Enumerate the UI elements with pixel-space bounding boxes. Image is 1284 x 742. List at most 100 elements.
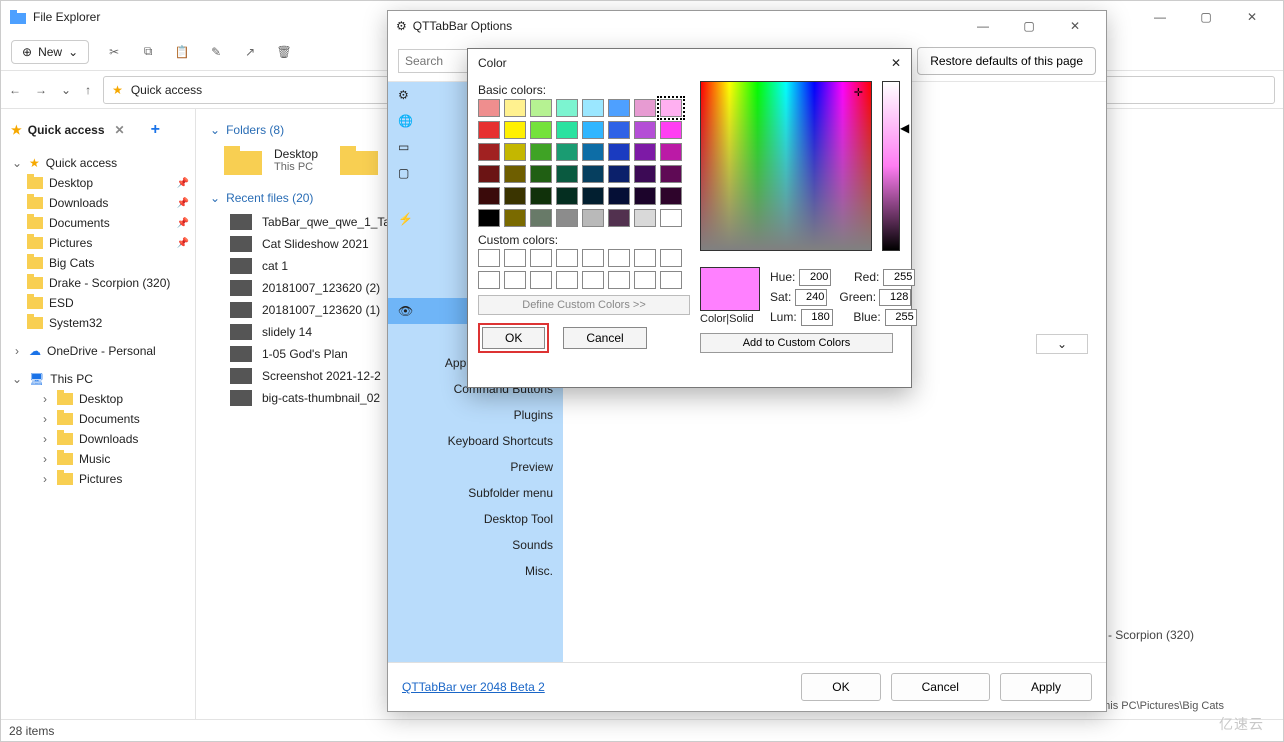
color-swatch[interactable] bbox=[608, 187, 630, 205]
nav-item-subfolder[interactable]: Subfolder menu bbox=[388, 480, 563, 506]
color-swatch[interactable] bbox=[504, 209, 526, 227]
paste-icon[interactable]: 📋 bbox=[173, 43, 191, 61]
custom-swatch[interactable] bbox=[608, 271, 630, 289]
sidebar-item-documents[interactable]: Documents📌 bbox=[1, 213, 195, 233]
share-icon[interactable]: ↗ bbox=[241, 43, 259, 61]
color-spectrum[interactable]: ✛ bbox=[700, 81, 872, 251]
rename-icon[interactable]: ✎ bbox=[207, 43, 225, 61]
color-swatch[interactable] bbox=[556, 99, 578, 117]
sidebar-item-downloads[interactable]: Downloads📌 bbox=[1, 193, 195, 213]
folder-item[interactable]: DesktopThis PC bbox=[222, 143, 318, 177]
luminance-bar[interactable] bbox=[882, 81, 900, 251]
color-swatch[interactable] bbox=[556, 165, 578, 183]
minimize-button[interactable]: — bbox=[1137, 3, 1183, 31]
nav-item-shortcuts[interactable]: Keyboard Shortcuts bbox=[388, 428, 563, 454]
color-swatch[interactable] bbox=[582, 143, 604, 161]
pc-item-downloads[interactable]: ›Downloads bbox=[1, 429, 195, 449]
custom-swatch[interactable] bbox=[634, 249, 656, 267]
color-swatch[interactable] bbox=[530, 143, 552, 161]
custom-swatch[interactable] bbox=[530, 271, 552, 289]
color-swatch[interactable] bbox=[530, 209, 552, 227]
copy-icon[interactable]: ⧉ bbox=[139, 43, 157, 61]
green-input[interactable] bbox=[879, 289, 911, 306]
color-swatch[interactable] bbox=[530, 187, 552, 205]
nav-item-misc[interactable]: Misc. bbox=[388, 558, 563, 584]
color-swatch[interactable] bbox=[582, 121, 604, 139]
options-maximize[interactable]: ▢ bbox=[1006, 12, 1052, 40]
stretch-select[interactable]: ⌄ bbox=[1036, 334, 1088, 354]
color-swatch[interactable] bbox=[634, 209, 656, 227]
color-swatch[interactable] bbox=[660, 165, 682, 183]
custom-swatch[interactable] bbox=[504, 271, 526, 289]
color-swatch[interactable] bbox=[556, 121, 578, 139]
color-swatch[interactable] bbox=[608, 99, 630, 117]
sidebar-item-desktop[interactable]: Desktop📌 bbox=[1, 173, 195, 193]
sidebar-item-system32[interactable]: System32 bbox=[1, 313, 195, 333]
close-button[interactable]: ✕ bbox=[1229, 3, 1275, 31]
this-pc-tree[interactable]: ⌄ 🖥 This PC bbox=[1, 369, 195, 389]
color-swatch[interactable] bbox=[556, 187, 578, 205]
color-swatch[interactable] bbox=[608, 209, 630, 227]
sidebar-item-pictures[interactable]: Pictures📌 bbox=[1, 233, 195, 253]
custom-swatch[interactable] bbox=[582, 271, 604, 289]
color-swatch[interactable] bbox=[634, 143, 656, 161]
color-close-icon[interactable]: ✕ bbox=[891, 56, 901, 70]
color-swatch[interactable] bbox=[478, 209, 500, 227]
color-swatch[interactable] bbox=[478, 143, 500, 161]
custom-swatch[interactable] bbox=[608, 249, 630, 267]
version-link[interactable]: QTTabBar ver 2048 Beta 2 bbox=[402, 680, 545, 694]
color-swatch[interactable] bbox=[608, 165, 630, 183]
color-swatch[interactable] bbox=[504, 121, 526, 139]
sidebar-item-drake-scorpion-320-[interactable]: Drake - Scorpion (320) bbox=[1, 273, 195, 293]
hue-input[interactable] bbox=[799, 269, 831, 286]
nav-item-sounds[interactable]: Sounds bbox=[388, 532, 563, 558]
pc-item-desktop[interactable]: ›Desktop bbox=[1, 389, 195, 409]
onedrive-tree[interactable]: › ☁ OneDrive - Personal bbox=[1, 341, 195, 361]
options-ok-button[interactable]: OK bbox=[801, 673, 880, 701]
options-apply-button[interactable]: Apply bbox=[1000, 673, 1092, 701]
color-swatch[interactable] bbox=[660, 99, 682, 117]
cut-icon[interactable]: ✂ bbox=[105, 43, 123, 61]
custom-swatch[interactable] bbox=[530, 249, 552, 267]
blue-input[interactable] bbox=[885, 309, 917, 326]
color-swatch[interactable] bbox=[504, 165, 526, 183]
restore-defaults-button[interactable]: Restore defaults of this page bbox=[917, 47, 1096, 75]
new-button[interactable]: ⊕ New ⌄ bbox=[11, 40, 89, 64]
nav-item-desktop-tool[interactable]: Desktop Tool bbox=[388, 506, 563, 532]
sidebar-item-big-cats[interactable]: Big Cats bbox=[1, 253, 195, 273]
color-swatch[interactable] bbox=[556, 209, 578, 227]
color-swatch[interactable] bbox=[530, 121, 552, 139]
quick-access-tree[interactable]: ⌄ ★ Quick access bbox=[1, 153, 195, 173]
color-swatch[interactable] bbox=[556, 143, 578, 161]
quick-access-tab[interactable]: ★ Quick access ✕ + bbox=[1, 115, 195, 145]
color-swatch[interactable] bbox=[478, 99, 500, 117]
color-swatch[interactable] bbox=[660, 121, 682, 139]
red-input[interactable] bbox=[883, 269, 915, 286]
lum-input[interactable] bbox=[801, 309, 833, 326]
color-swatch[interactable] bbox=[582, 187, 604, 205]
custom-swatch[interactable] bbox=[504, 249, 526, 267]
close-tab-icon[interactable]: ✕ bbox=[115, 123, 125, 137]
color-swatch[interactable] bbox=[504, 143, 526, 161]
color-swatch[interactable] bbox=[634, 165, 656, 183]
pc-item-pictures[interactable]: ›Pictures bbox=[1, 469, 195, 489]
maximize-button[interactable]: ▢ bbox=[1183, 3, 1229, 31]
color-swatch[interactable] bbox=[530, 99, 552, 117]
nav-item-plugins[interactable]: Plugins bbox=[388, 402, 563, 428]
delete-icon[interactable]: 🗑 bbox=[275, 43, 293, 61]
color-swatch[interactable] bbox=[530, 165, 552, 183]
sat-input[interactable] bbox=[795, 289, 827, 306]
custom-swatch[interactable] bbox=[478, 271, 500, 289]
custom-swatch[interactable] bbox=[660, 249, 682, 267]
color-cancel-button[interactable]: Cancel bbox=[563, 327, 646, 349]
color-swatch[interactable] bbox=[478, 165, 500, 183]
up-button[interactable]: ↑ bbox=[85, 83, 91, 97]
options-close[interactable]: ✕ bbox=[1052, 12, 1098, 40]
color-swatch[interactable] bbox=[582, 165, 604, 183]
forward-button[interactable]: → bbox=[35, 83, 47, 97]
color-swatch[interactable] bbox=[660, 187, 682, 205]
options-cancel-button[interactable]: Cancel bbox=[891, 673, 990, 701]
history-button[interactable]: ⌄ bbox=[61, 83, 71, 97]
custom-swatch[interactable] bbox=[634, 271, 656, 289]
custom-swatch[interactable] bbox=[478, 249, 500, 267]
